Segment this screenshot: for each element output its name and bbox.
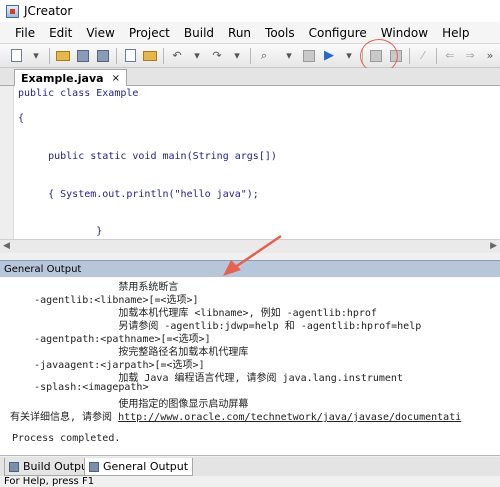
run-icon[interactable]: ▶ — [321, 48, 337, 64]
close-icon[interactable]: × — [112, 73, 120, 84]
undo-icon[interactable]: ↶ — [169, 48, 185, 64]
output-line: -splash:<imagepath> — [10, 382, 149, 393]
toolbar-separator — [436, 47, 437, 64]
menu-build[interactable]: Build — [177, 26, 221, 40]
tab-general-output[interactable]: General Output — [84, 458, 194, 476]
save-all-icon[interactable] — [95, 48, 111, 64]
title-bar: JCreator — [0, 0, 500, 22]
paste-icon[interactable] — [142, 48, 158, 64]
annotation-arrow — [223, 234, 282, 276]
new-dropdown-chevron-icon[interactable]: ▾ — [28, 48, 44, 64]
code-line: { — [18, 113, 25, 124]
navigate-forward-icon[interactable]: ⇒ — [462, 48, 478, 64]
undo-dropdown-chevron-icon[interactable]: ▾ — [189, 48, 205, 64]
redo-icon[interactable]: ↷ — [209, 48, 225, 64]
scroll-right-icon[interactable]: ▶ — [490, 241, 497, 251]
menu-configure[interactable]: Configure — [302, 26, 374, 40]
editor-tab-label: Example.java — [21, 71, 104, 85]
annotation-arrow-shaft — [230, 234, 282, 272]
menu-help[interactable]: Help — [435, 26, 476, 40]
toolbar-separator — [49, 47, 50, 64]
editor-gutter — [0, 86, 14, 239]
navigate-back-icon[interactable]: ⇐ — [442, 48, 458, 64]
build-dropdown-chevron-icon[interactable]: ▾ — [281, 48, 297, 64]
build-output-icon — [9, 461, 19, 472]
code-line: { System.out.println("hello java"); — [18, 189, 259, 200]
build-icon[interactable] — [301, 48, 317, 64]
bottom-tab-strip: Build Output General Output — [0, 457, 500, 476]
process-completed-line: Process completed. — [12, 433, 121, 444]
find-icon[interactable]: ⌕ — [256, 48, 272, 64]
run-dropdown-chevron-icon[interactable]: ▾ — [341, 48, 357, 64]
code-line: public class Example — [18, 88, 139, 99]
menu-bar: File Edit View Project Build Run Tools C… — [0, 22, 500, 44]
save-icon[interactable] — [75, 48, 91, 64]
code-line: } — [18, 226, 103, 237]
wand-icon[interactable]: ⁄ — [415, 48, 431, 64]
open-folder-icon[interactable] — [55, 48, 71, 64]
copy-icon[interactable] — [122, 48, 138, 64]
toolbar-overflow-icon[interactable]: » — [482, 48, 498, 64]
menu-edit[interactable]: Edit — [42, 26, 79, 40]
scroll-left-icon[interactable]: ◀ — [3, 241, 10, 251]
menu-project[interactable]: Project — [122, 26, 177, 40]
toolbar-separator — [163, 47, 164, 64]
general-output-icon — [89, 461, 99, 472]
new-file-icon[interactable] — [8, 48, 24, 64]
tab-build-output-label: Build Output — [23, 460, 93, 473]
code-line: public static void main(String args[]) — [18, 151, 277, 162]
editor-tab-example-java[interactable]: Example.java × — [14, 69, 127, 86]
tab-general-output-label: General Output — [103, 460, 189, 473]
menu-view[interactable]: View — [79, 26, 121, 40]
redo-dropdown-chevron-icon[interactable]: ▾ — [229, 48, 245, 64]
toolbar-separator — [250, 47, 251, 64]
jcreator-app-icon — [6, 4, 19, 18]
output-detail-line: 有关详细信息, 请参阅 http://www.oracle.com/techne… — [10, 408, 461, 423]
toolbar-separator — [409, 47, 410, 64]
annotation-arrow-head — [223, 260, 241, 276]
menu-file[interactable]: File — [8, 26, 42, 40]
menu-window[interactable]: Window — [374, 26, 435, 40]
documentation-link[interactable]: http://www.oracle.com/technetwork/java/j… — [118, 412, 461, 423]
window-title: JCreator — [24, 4, 73, 18]
toolbar: ▾ ↶ ▾ ↷ ▾ ⌕ ▾ ▶ ▾ ⁄ ⇐ ⇒ » — [0, 44, 500, 68]
toolbar-separator — [116, 47, 117, 64]
editor-tab-strip: Example.java × — [0, 68, 500, 86]
menu-tools[interactable]: Tools — [258, 26, 302, 40]
output-detail-prefix: 有关详细信息, 请参阅 — [10, 412, 119, 423]
status-bar: For Help, press F1 — [0, 476, 500, 487]
general-output-panel[interactable]: 禁用系统断言 -agentlib:<libname>[=<选项>] 加载本机代理… — [0, 277, 500, 456]
code-editor[interactable]: public class Example { public static voi… — [0, 86, 500, 239]
menu-run[interactable]: Run — [221, 26, 258, 40]
